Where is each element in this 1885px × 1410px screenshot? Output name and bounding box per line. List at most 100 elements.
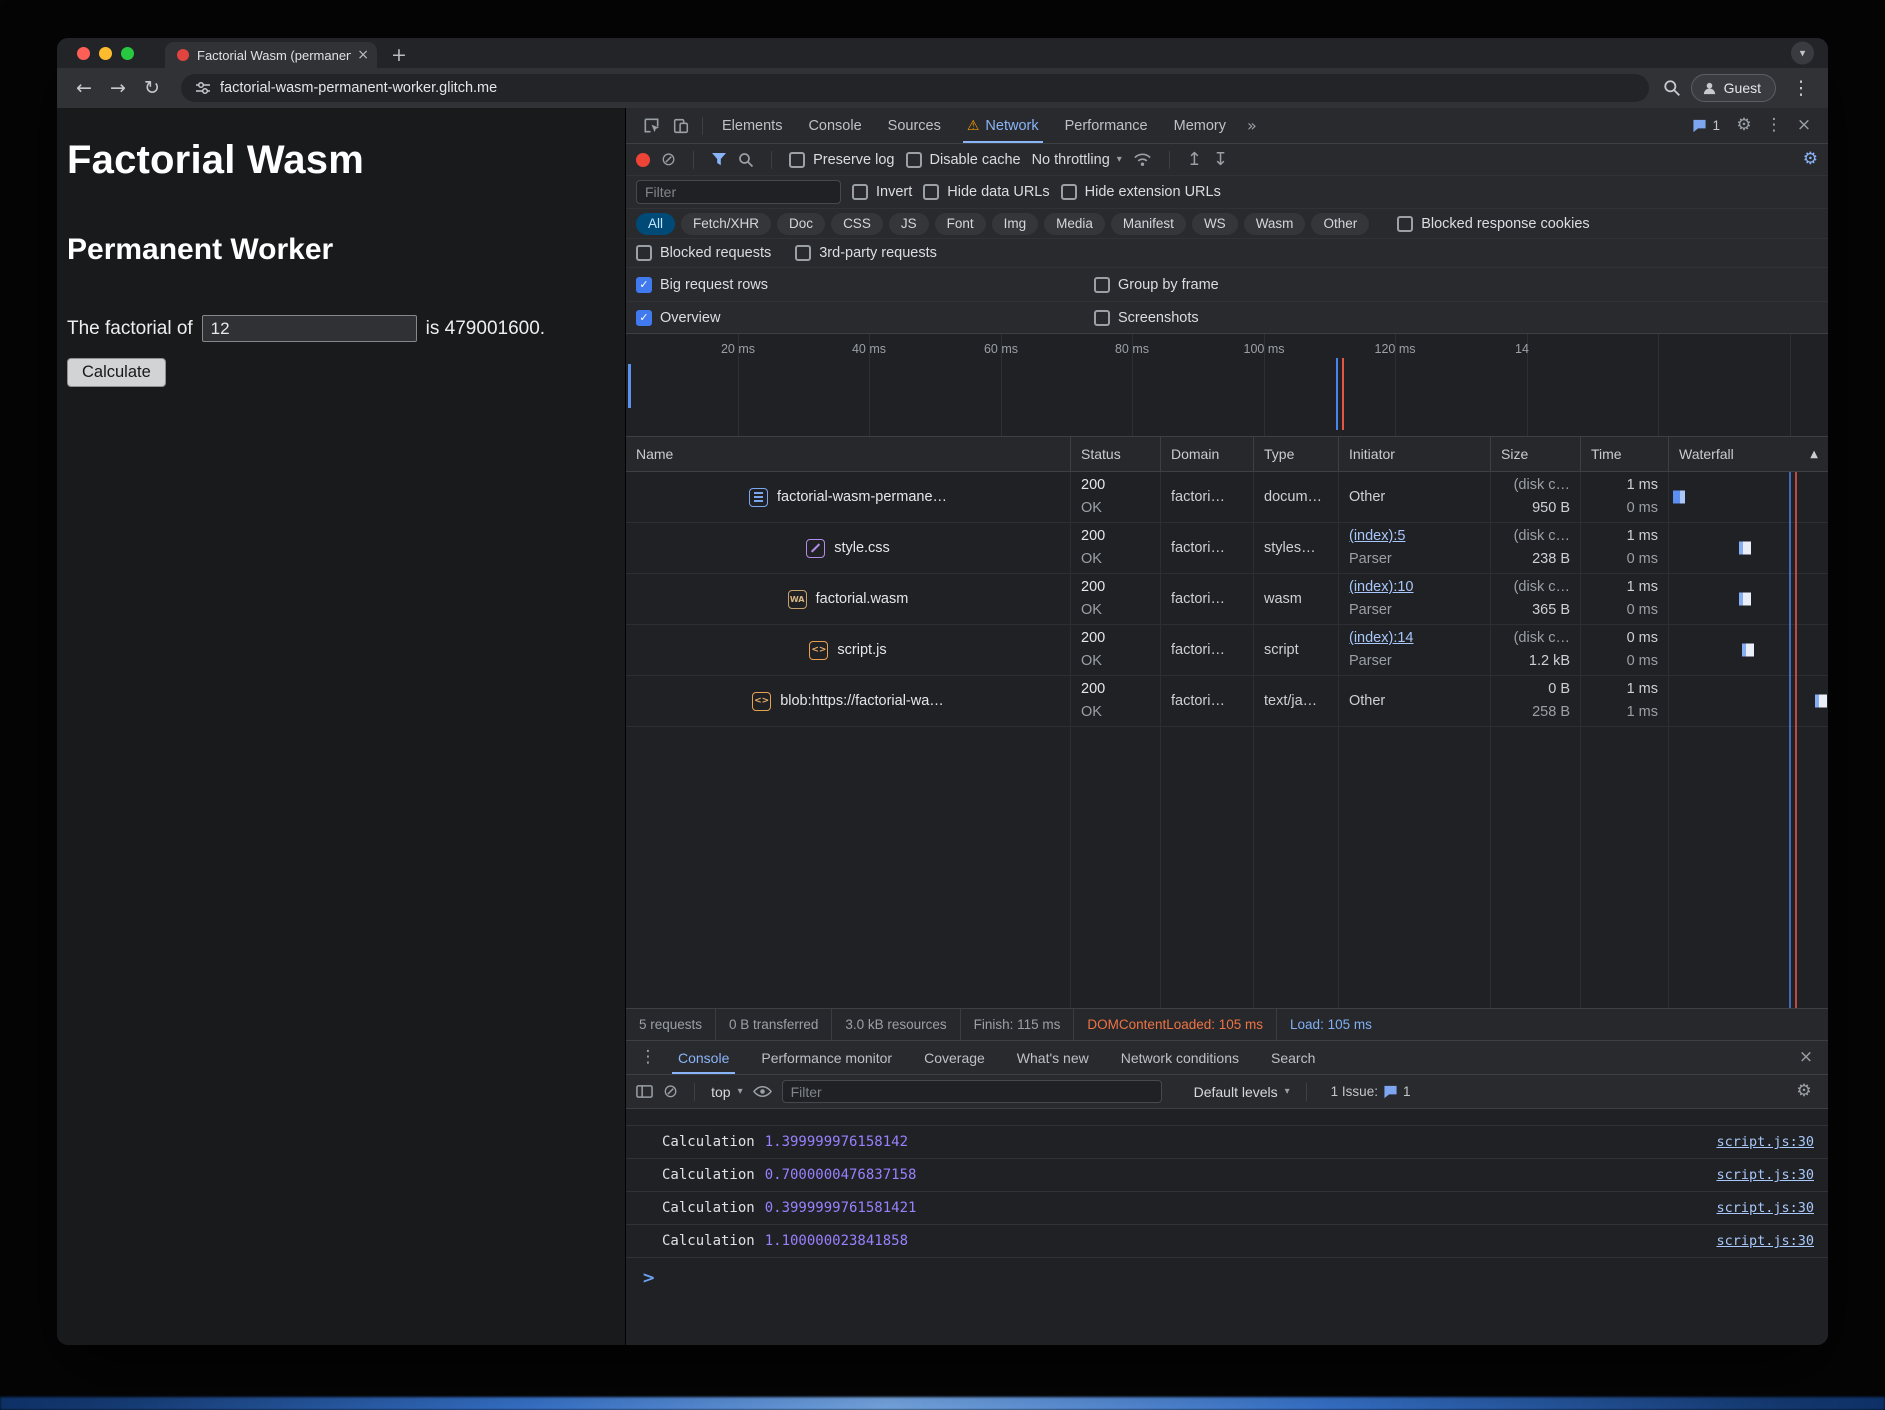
browser-menu-button[interactable]: ⋮	[1786, 79, 1816, 98]
issues-counter[interactable]: 1	[1684, 118, 1728, 133]
inspect-element-icon[interactable]	[636, 113, 666, 139]
network-conditions-icon[interactable]	[1133, 152, 1152, 167]
blocked-requests-checkbox[interactable]: ✓ Blocked requests	[636, 245, 771, 261]
reload-button[interactable]: ↻	[137, 79, 167, 98]
drawer-tab-search[interactable]: Search	[1255, 1041, 1331, 1074]
network-settings-icon[interactable]: ⚙	[1803, 151, 1818, 168]
devtools-tab-elements[interactable]: Elements	[709, 108, 795, 143]
filter-chip-all[interactable]: All	[636, 213, 675, 235]
console-message[interactable]: Calculation 0.7000000476837158 script.js…	[626, 1159, 1828, 1192]
filter-chip-other[interactable]: Other	[1311, 213, 1369, 235]
filter-chip-ws[interactable]: WS	[1192, 213, 1238, 235]
big-request-rows-checkbox[interactable]: ✓ Big request rows	[636, 277, 1083, 293]
group-by-frame-checkbox[interactable]: ✓ Group by frame	[1094, 277, 1219, 293]
column-header-type[interactable]: Type	[1254, 437, 1339, 471]
network-request-row[interactable]: <>blob:https://factorial-wa… 200OK facto…	[626, 676, 1828, 727]
more-tabs-icon[interactable]: »	[1239, 116, 1265, 135]
column-header-time[interactable]: Time	[1581, 437, 1669, 471]
minimize-window-button[interactable]	[99, 47, 112, 60]
devtools-close-icon[interactable]: ×	[1790, 117, 1818, 134]
devtools-menu-icon[interactable]: ⋮	[1760, 117, 1788, 134]
filter-funnel-icon[interactable]	[711, 152, 727, 167]
forward-button[interactable]: →	[103, 79, 133, 98]
drawer-close-icon[interactable]: ×	[1792, 1049, 1820, 1066]
network-overview-timeline[interactable]: 20 ms 40 ms 60 ms 80 ms 100 ms 120 ms 14	[626, 334, 1828, 437]
message-source-link[interactable]: script.js:30	[1716, 1233, 1814, 1249]
calculate-button[interactable]: Calculate	[67, 358, 166, 387]
device-toolbar-icon[interactable]	[666, 113, 696, 139]
back-button[interactable]: ←	[69, 79, 99, 98]
console-issues-counter[interactable]: 1 Issue: 1	[1323, 1084, 1419, 1099]
tab-search-button[interactable]: ▾	[1791, 42, 1814, 65]
filter-chip-fetch-xhr[interactable]: Fetch/XHR	[681, 213, 771, 235]
devtools-tab-network[interactable]: ⚠ Network	[954, 108, 1052, 143]
overview-checkbox[interactable]: ✓ Overview	[636, 310, 1083, 326]
console-filter-input[interactable]	[782, 1080, 1162, 1103]
drawer-tab-console[interactable]: Console	[662, 1041, 745, 1074]
network-filter-input[interactable]	[636, 180, 841, 204]
hide-extension-urls-checkbox[interactable]: ✓ Hide extension URLs	[1061, 184, 1221, 200]
column-header-domain[interactable]: Domain	[1161, 437, 1254, 471]
drawer-tab-performance-monitor[interactable]: Performance monitor	[745, 1041, 908, 1074]
devtools-tab-sources[interactable]: Sources	[875, 108, 954, 143]
network-request-row[interactable]: <>script.js 200OK factori… script (index…	[626, 625, 1828, 676]
console-message[interactable]: Calculation 1.100000023841858 script.js:…	[626, 1225, 1828, 1258]
tab-close-icon[interactable]: ×	[357, 48, 369, 62]
zoom-icon[interactable]	[1663, 79, 1681, 97]
devtools-tab-console[interactable]: Console	[795, 108, 874, 143]
column-header-size[interactable]: Size	[1491, 437, 1581, 471]
devtools-settings-icon[interactable]: ⚙	[1730, 117, 1758, 134]
import-har-icon[interactable]: ↥	[1187, 151, 1202, 169]
filter-chip-font[interactable]: Font	[935, 213, 986, 235]
filter-chip-manifest[interactable]: Manifest	[1111, 213, 1186, 235]
hide-data-urls-checkbox[interactable]: ✓ Hide data URLs	[923, 184, 1049, 200]
preserve-log-checkbox[interactable]: ✓ Preserve log	[789, 152, 894, 168]
filter-chip-wasm[interactable]: Wasm	[1244, 213, 1306, 235]
network-request-row[interactable]: style.css 200OK factori… styles… (index)…	[626, 523, 1828, 574]
search-icon[interactable]	[738, 152, 754, 168]
record-network-log-button[interactable]	[636, 153, 650, 167]
network-request-row[interactable]: factorial-wasm-permane… 200OK factori… d…	[626, 472, 1828, 523]
site-info-icon[interactable]	[195, 80, 211, 96]
clear-network-log-icon[interactable]: ⊘	[661, 151, 676, 169]
screenshots-checkbox[interactable]: ✓ Screenshots	[1094, 310, 1199, 326]
filter-chip-css[interactable]: CSS	[831, 213, 883, 235]
browser-tab[interactable]: Factorial Wasm (permanent W ×	[165, 42, 377, 68]
devtools-tab-performance[interactable]: Performance	[1052, 108, 1161, 143]
address-bar[interactable]: factorial-wasm-permanent-worker.glitch.m…	[181, 74, 1649, 102]
filter-chip-js[interactable]: JS	[889, 213, 929, 235]
filter-chip-media[interactable]: Media	[1044, 213, 1105, 235]
fullscreen-window-button[interactable]	[121, 47, 134, 60]
request-initiator-link[interactable]: (index):5	[1349, 525, 1480, 548]
column-header-initiator[interactable]: Initiator	[1339, 437, 1491, 471]
devtools-tab-memory[interactable]: Memory	[1161, 108, 1239, 143]
close-window-button[interactable]	[77, 47, 90, 60]
column-header-name[interactable]: Name	[626, 437, 1071, 471]
request-initiator-link[interactable]: (index):10	[1349, 576, 1480, 599]
drawer-tab-coverage[interactable]: Coverage	[908, 1041, 1001, 1074]
drawer-tab-network-conditions[interactable]: Network conditions	[1105, 1041, 1255, 1074]
drawer-tab-whats-new[interactable]: What's new	[1001, 1041, 1105, 1074]
message-source-link[interactable]: script.js:30	[1716, 1200, 1814, 1216]
throttling-dropdown[interactable]: No throttling ▾	[1032, 152, 1122, 168]
eye-icon[interactable]	[753, 1085, 772, 1098]
column-header-waterfall[interactable]: Waterfall ▲	[1669, 437, 1828, 471]
clear-console-icon[interactable]: ⊘	[663, 1083, 678, 1101]
console-prompt[interactable]: >	[626, 1258, 1828, 1287]
third-party-requests-checkbox[interactable]: ✓ 3rd-party requests	[795, 245, 937, 261]
filter-chip-doc[interactable]: Doc	[777, 213, 825, 235]
console-message[interactable]: Calculation 1.399999976158142 script.js:…	[626, 1126, 1828, 1159]
console-settings-icon[interactable]: ⚙	[1790, 1083, 1818, 1100]
message-source-link[interactable]: script.js:30	[1716, 1167, 1814, 1183]
new-tab-button[interactable]: +	[391, 44, 407, 66]
request-initiator-link[interactable]: (index):14	[1349, 627, 1480, 650]
log-levels-dropdown[interactable]: Default levels ▾	[1194, 1084, 1290, 1100]
column-header-status[interactable]: Status	[1071, 437, 1161, 471]
console-sidebar-icon[interactable]	[636, 1084, 653, 1099]
console-message[interactable]: Calculation 0.3999999761581421 script.js…	[626, 1192, 1828, 1225]
drawer-menu-icon[interactable]: ⋮	[634, 1049, 662, 1066]
javascript-context-dropdown[interactable]: top ▾	[711, 1084, 743, 1100]
disable-cache-checkbox[interactable]: ✓ Disable cache	[906, 152, 1021, 168]
profile-button[interactable]: Guest	[1691, 74, 1776, 102]
factorial-input[interactable]	[202, 315, 417, 342]
